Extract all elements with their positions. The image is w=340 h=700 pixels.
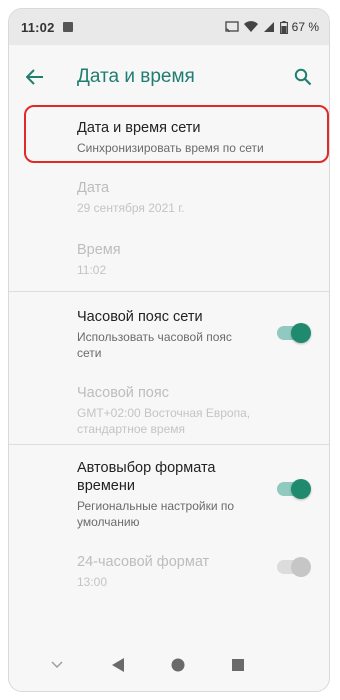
back-arrow-icon[interactable] — [23, 65, 47, 89]
settings-list: Дата и время сети Синхронизировать время… — [9, 109, 329, 603]
battery-percent: 67 % — [291, 20, 319, 34]
24-hour-format-item[interactable]: 24-часовой формат 13:00 — [9, 543, 329, 603]
signal-icon — [263, 21, 275, 33]
recents-square-icon[interactable] — [223, 650, 253, 680]
home-circle-icon[interactable] — [163, 650, 193, 680]
chevron-down-icon[interactable] — [42, 650, 72, 680]
item-title: Часовой пояс — [77, 385, 169, 401]
item-title: Дата — [77, 180, 110, 196]
status-time: 11:02 — [21, 19, 55, 35]
wifi-icon — [243, 21, 258, 33]
item-title: Дата и время сети — [77, 120, 201, 136]
item-summary: Синхронизировать время по сети — [77, 141, 264, 155]
battery-icon — [279, 20, 288, 34]
toggle-knob — [291, 479, 311, 499]
item-summary: 11:02 — [77, 263, 107, 277]
item-summary: Региональные настройки по умолчанию — [77, 499, 235, 529]
24-hour-format-toggle[interactable] — [277, 557, 311, 577]
item-summary: 13:00 — [77, 575, 108, 589]
status-bar: 11:02 67 % — [9, 9, 329, 45]
item-title: Время — [77, 242, 121, 258]
toggle-knob — [291, 323, 311, 343]
network-timezone-item[interactable]: Часовой пояс сети Использовать часовой п… — [9, 292, 329, 372]
item-summary: 29 сентября 2021 г. — [77, 201, 185, 215]
item-title: Автовыбор формата времени — [77, 460, 216, 494]
auto-time-format-toggle[interactable] — [277, 479, 311, 499]
item-summary: Использовать часовой пояс сети — [77, 330, 232, 360]
image-notification-icon — [62, 22, 73, 32]
date-item[interactable]: Дата 29 сентября 2021 г. — [9, 167, 329, 229]
page-title: Дата и время — [77, 66, 195, 87]
toggle-knob — [291, 557, 311, 577]
timezone-item[interactable]: Часовой пояс GMT+02:00 Восточная Европа,… — [9, 372, 329, 444]
network-time-item[interactable]: Дата и время сети Синхронизировать время… — [9, 109, 329, 167]
nav-placeholder — [284, 650, 296, 680]
search-icon[interactable] — [291, 65, 315, 89]
navigation-bar — [9, 639, 329, 691]
phone-screen: 11:02 67 % Дата и время Дата и время сет… — [8, 8, 330, 692]
cast-icon — [224, 21, 239, 33]
item-summary: GMT+02:00 Восточная Европа, стандартное … — [77, 406, 251, 436]
item-title: Часовой пояс сети — [77, 309, 203, 325]
auto-time-format-item[interactable]: Автовыбор формата времени Региональные н… — [9, 445, 329, 543]
app-bar: Дата и время — [9, 45, 329, 109]
back-triangle-icon[interactable] — [103, 650, 133, 680]
network-timezone-toggle[interactable] — [277, 323, 311, 343]
time-item[interactable]: Время 11:02 — [9, 229, 329, 291]
item-title: 24-часовой формат — [77, 554, 210, 570]
